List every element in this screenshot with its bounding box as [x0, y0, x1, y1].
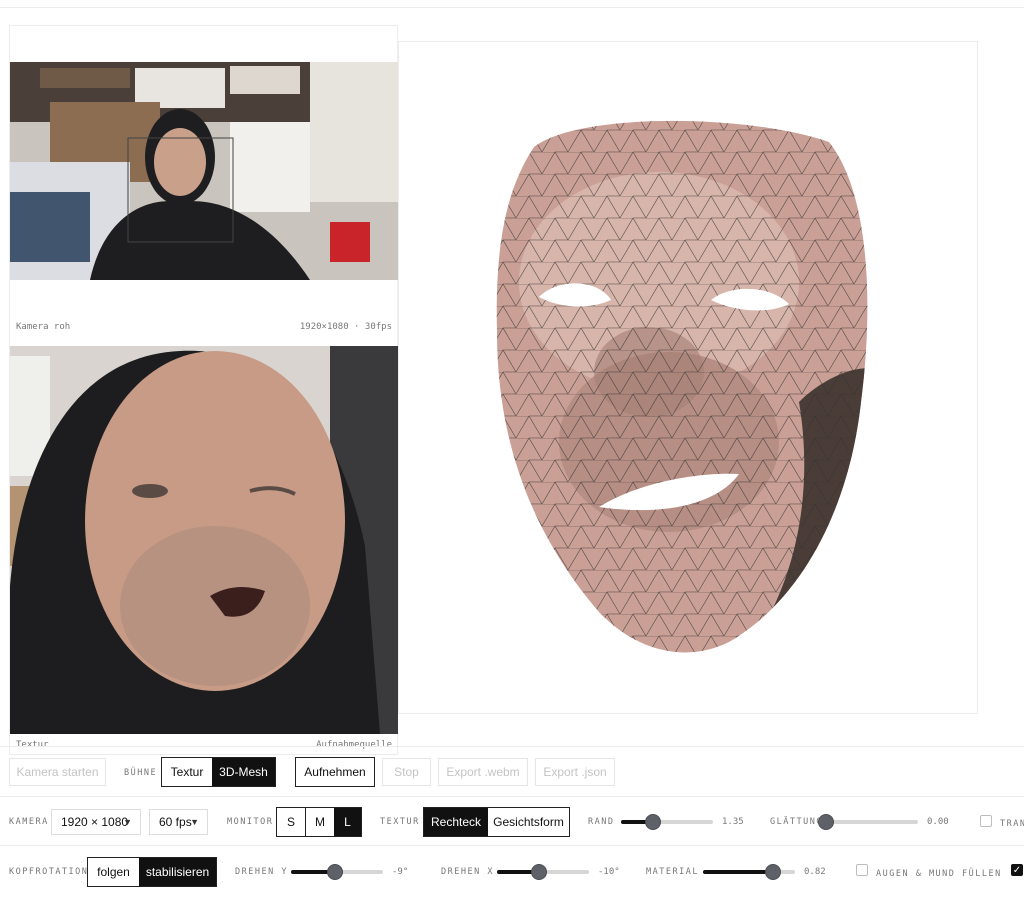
texture-caption: Textur [16, 740, 49, 750]
head-rotation-toggle[interactable]: folgen stabilisieren [87, 857, 217, 887]
raw-caption: Kamera roh [16, 322, 71, 332]
smoothing-slider-thumb[interactable] [818, 814, 834, 830]
transparent-checkbox[interactable] [980, 815, 992, 827]
divider-row3 [0, 845, 1024, 846]
smoothing-label: GLÄTTUNG [770, 817, 823, 827]
headrot-option-follow[interactable]: folgen [88, 858, 139, 886]
rotate-y-slider-thumb[interactable] [327, 864, 344, 880]
mesh-stage[interactable] [398, 41, 978, 714]
texture-image [10, 346, 398, 734]
raw-meta: 1920×1080 · 30fps [299, 322, 392, 332]
export-json-button[interactable]: Export .json [535, 758, 615, 786]
trans-label: TRAN [1000, 819, 1024, 829]
rotate-x-value: -10° [598, 867, 620, 877]
raw-camera-image [10, 62, 398, 280]
rand-slider[interactable] [621, 814, 713, 830]
rotate-y-label: DREHEN Y [235, 867, 288, 877]
export-webm-button[interactable]: Export .webm [438, 758, 528, 786]
head-rotation-label: KOPFROTATION [9, 867, 89, 877]
monitor-label: MONITOR [227, 817, 274, 827]
chevron-down-icon: ▼ [190, 817, 199, 827]
rand-value: 1.35 [722, 817, 744, 827]
stop-button[interactable]: Stop [382, 758, 431, 786]
rotate-x-slider[interactable] [497, 864, 589, 880]
stage-option-texture[interactable]: Textur [162, 758, 212, 786]
stage-toggle[interactable]: Textur 3D-Mesh [161, 757, 276, 787]
extra-option-checkbox[interactable]: ✓ [1011, 864, 1023, 876]
divider-row1 [0, 746, 1024, 747]
smoothing-slider[interactable] [818, 814, 918, 830]
texture-caption-bar: Textur Aufnahmequelle [10, 735, 398, 755]
material-label: MATERIAL [646, 867, 699, 877]
record-button[interactable]: Aufnehmen [295, 757, 375, 787]
resolution-select[interactable]: 1920 × 1080 ▼ [51, 809, 141, 835]
smoothing-value: 0.00 [927, 817, 949, 827]
fill-eyes-mouth-label: AUGEN & MUND FÜLLEN [876, 869, 1002, 879]
material-slider-thumb[interactable] [764, 864, 781, 880]
face-mesh [496, 120, 868, 653]
fps-value: 60 fps [159, 815, 192, 829]
material-value: 0.82 [804, 867, 826, 877]
texture-label: TEXTUR [380, 817, 420, 827]
texture-mode-toggle[interactable]: Rechteck Gesichtsform [423, 807, 570, 837]
chevron-down-icon: ▼ [123, 817, 132, 827]
rotate-y-value: -9° [392, 867, 409, 877]
top-divider [0, 7, 1024, 8]
headrot-option-stabilize[interactable]: stabilisieren [139, 858, 216, 886]
monitor-option-s[interactable]: S [277, 808, 305, 836]
monitor-option-l[interactable]: L [334, 808, 361, 836]
monitor-size-toggle[interactable]: S M L [276, 807, 362, 837]
camera-start-button[interactable]: Kamera starten [9, 758, 106, 786]
resolution-value: 1920 × 1080 [61, 815, 129, 829]
fps-select[interactable]: 60 fps ▼ [149, 809, 208, 835]
divider-row2 [0, 796, 1024, 797]
texture-source: Aufnahmequelle [316, 740, 392, 750]
raw-caption-bar: Kamera roh 1920×1080 · 30fps [10, 317, 398, 337]
stage-option-mesh[interactable]: 3D-Mesh [212, 758, 275, 786]
stage-label: BÜHNE [124, 768, 158, 778]
rotate-y-slider[interactable] [291, 864, 383, 880]
rand-label: RAND [588, 817, 615, 827]
rand-slider-thumb[interactable] [645, 814, 662, 830]
texture-option-face[interactable]: Gesichtsform [488, 808, 569, 836]
rotate-x-slider-thumb[interactable] [531, 864, 548, 880]
material-slider[interactable] [703, 864, 795, 880]
texture-option-rect[interactable]: Rechteck [424, 808, 488, 836]
fill-eyes-mouth-checkbox[interactable] [856, 864, 868, 876]
rotate-x-label: DREHEN X [441, 867, 494, 877]
camera-label: KAMERA [9, 817, 49, 827]
monitor-option-m[interactable]: M [305, 808, 334, 836]
